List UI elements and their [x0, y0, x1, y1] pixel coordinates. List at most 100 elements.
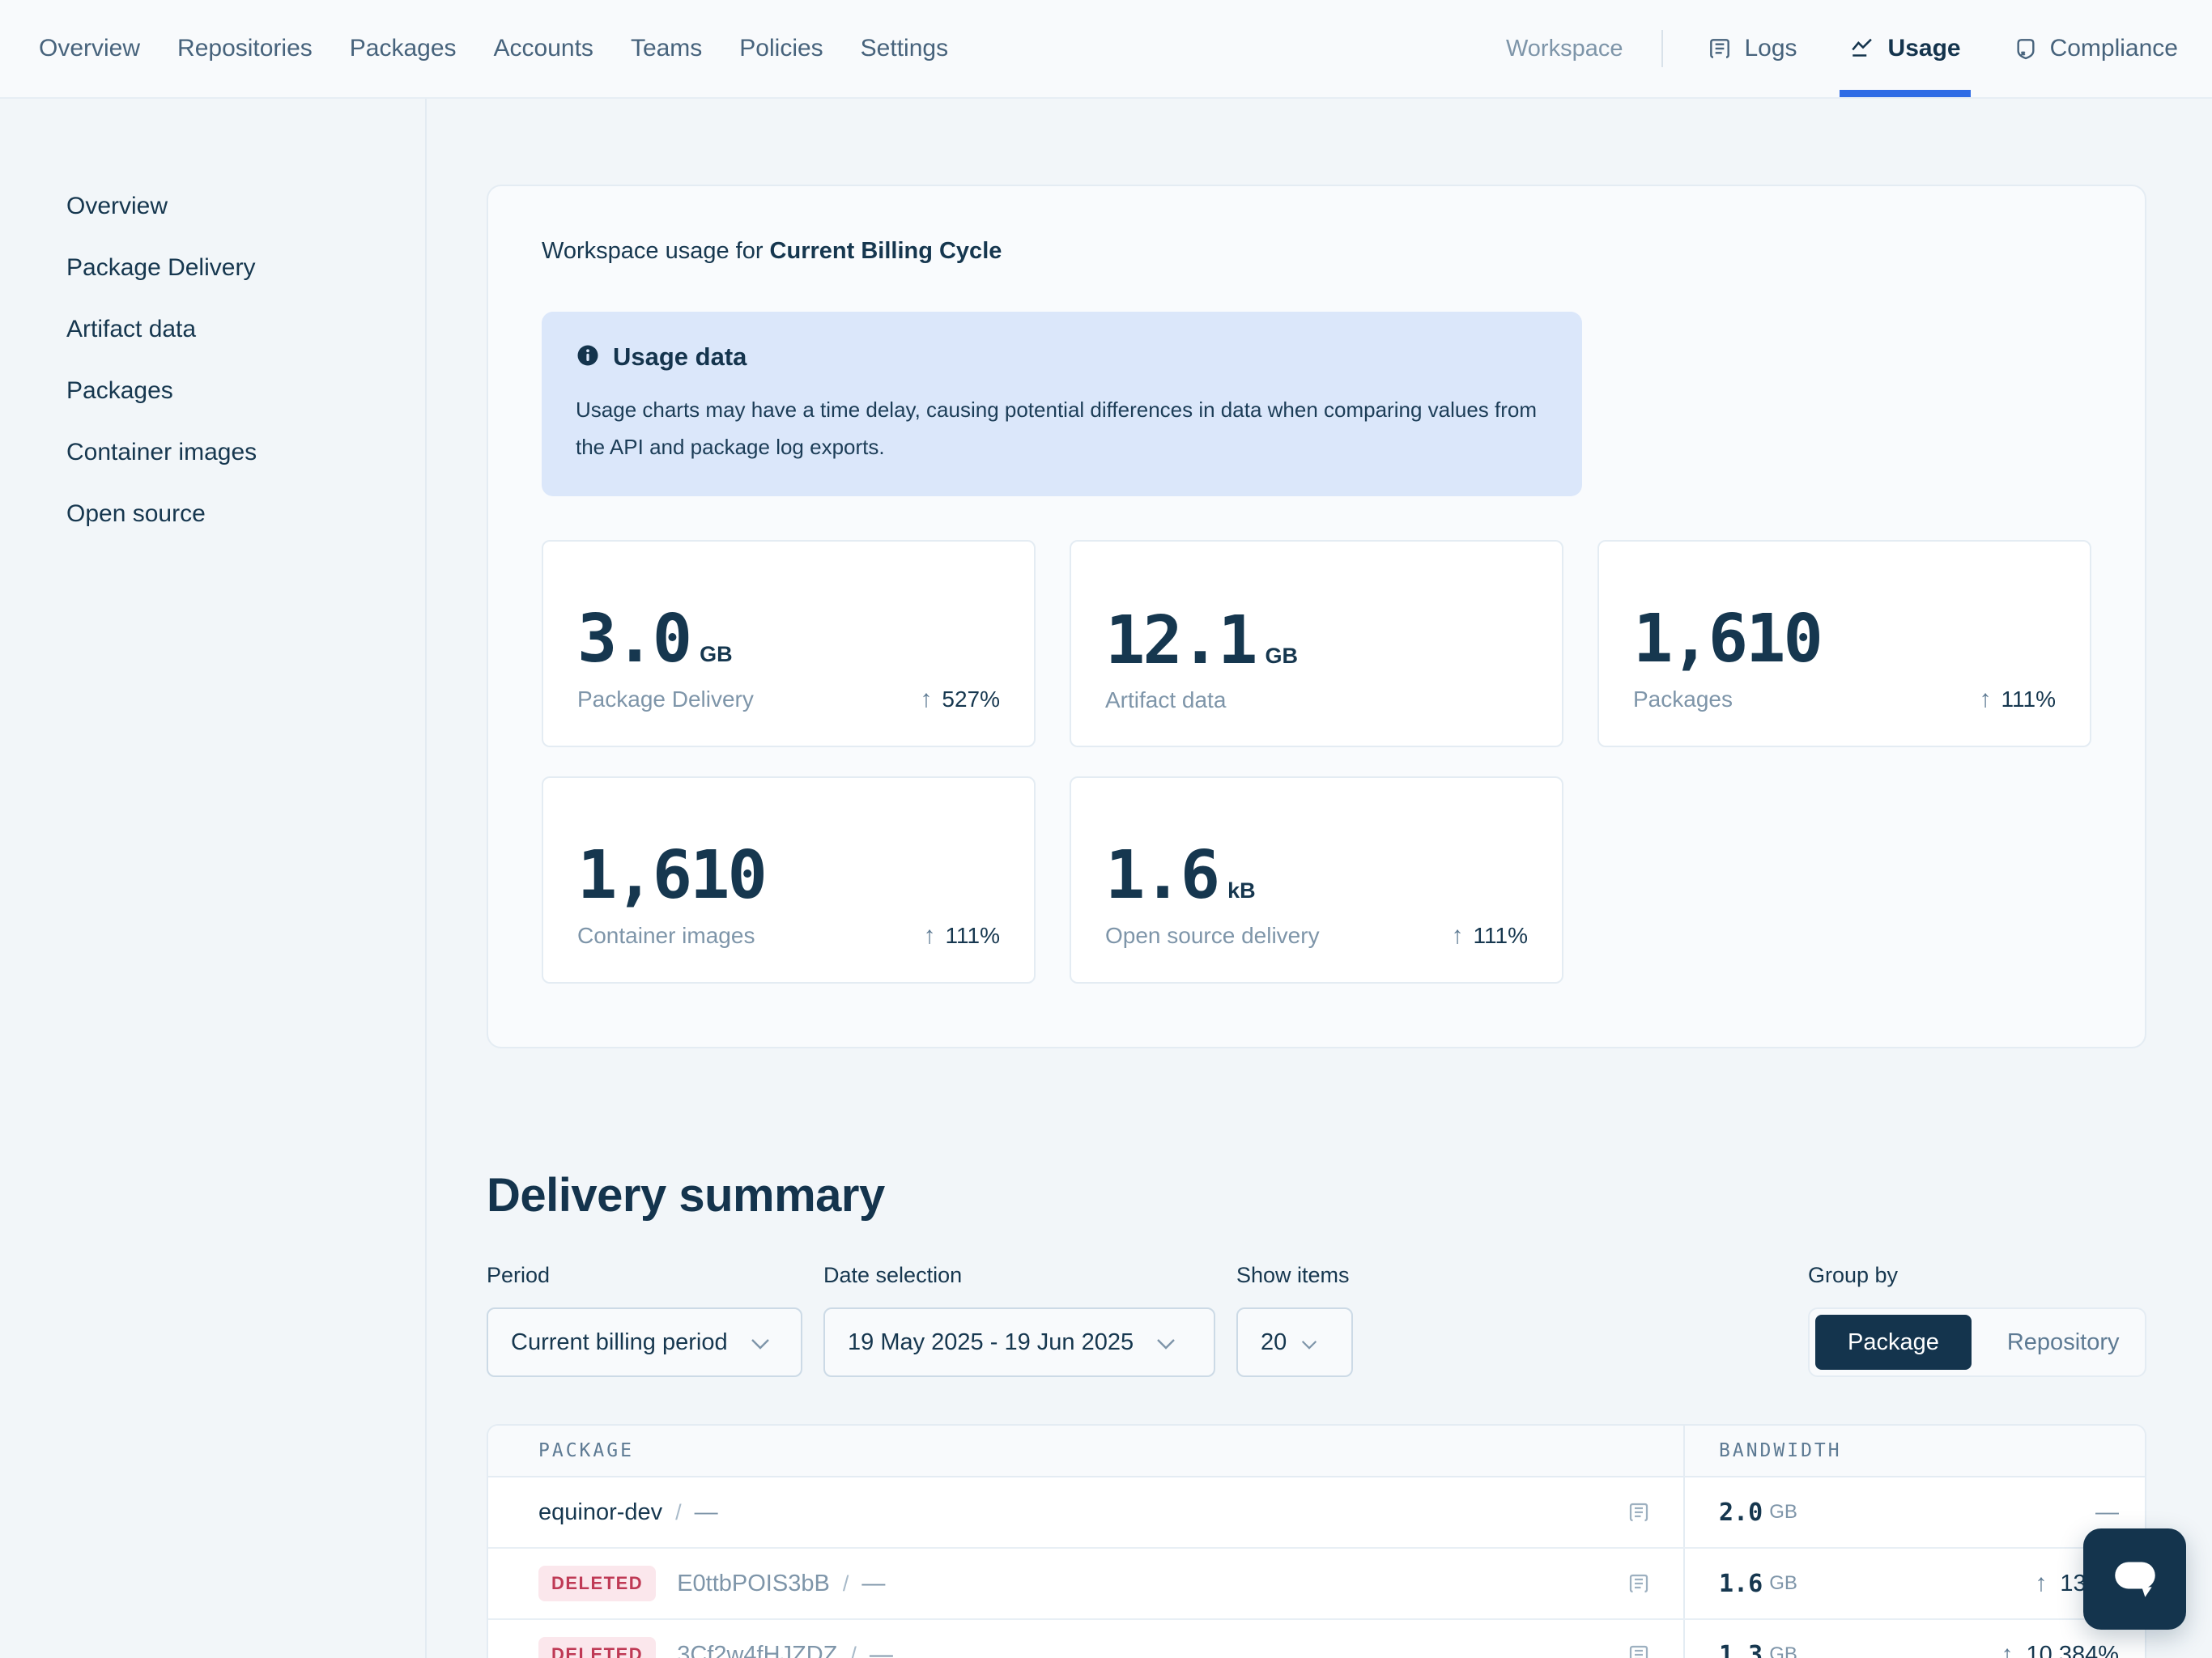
arrow-up-icon: ↑: [2001, 1641, 2014, 1658]
bandwidth-value: 2.0: [1719, 1499, 1763, 1527]
usage-stats-grid: 3.0 GB Package Delivery ↑ 527% 12.1: [542, 540, 2091, 984]
sidebar-item-artifact-data[interactable]: Artifact data: [66, 317, 425, 342]
bandwidth-cell: 1.6 GB ↑ 13,18: [1683, 1549, 2145, 1618]
delta-empty-dash: —: [2095, 1499, 2119, 1526]
tab-usage-label: Usage: [1888, 35, 1961, 62]
path-separator: /: [843, 1571, 849, 1596]
stat-value-row: 1.6 kB: [1105, 843, 1528, 909]
arrow-up-icon: ↑: [2035, 1570, 2047, 1597]
group-by-repository-button[interactable]: Repository: [1975, 1315, 2152, 1370]
stat-bottom-row: Open source delivery ↑ 111%: [1105, 922, 1528, 950]
stat-value-row: 12.1 GB: [1105, 608, 1528, 674]
bandwidth-value: 1.6: [1719, 1570, 1763, 1598]
stat-bottom-row: Package Delivery ↑ 527%: [577, 686, 1000, 713]
stat-delta: ↑ 111%: [924, 922, 1000, 950]
stat-bottom-row: Container images ↑ 111%: [577, 922, 1000, 950]
nav-item-packages[interactable]: Packages: [350, 35, 457, 62]
table-row[interactable]: DELETED 3Cf2w4fHJZDZ / — 1.3: [488, 1620, 2145, 1658]
delivery-filters: Period Current billing period Date selec…: [487, 1263, 2146, 1377]
usage-card-title: Workspace usage for Current Billing Cycl…: [542, 238, 2091, 265]
package-path: —: [861, 1571, 885, 1597]
date-range-select[interactable]: 19 May 2025 - 19 Jun 2025: [823, 1307, 1215, 1377]
package-path: —: [695, 1499, 718, 1526]
arrow-up-icon: ↑: [924, 922, 936, 950]
path-separator: /: [675, 1500, 682, 1525]
usage-icon: [1849, 35, 1877, 62]
stat-label: Open source delivery: [1105, 923, 1320, 949]
sidebar-item-packages[interactable]: Packages: [66, 379, 425, 403]
tab-compliance[interactable]: Compliance: [2008, 0, 2183, 97]
package-cell: DELETED 3Cf2w4fHJZDZ / —: [488, 1620, 1683, 1658]
bandwidth-delta: ↑ 10,384%: [2001, 1641, 2120, 1658]
stat-card-open-source-delivery: 1.6 kB Open source delivery ↑ 111%: [1070, 776, 1563, 984]
group-by-segmented-control: Package Repository: [1808, 1307, 2146, 1377]
period-select[interactable]: Current billing period: [487, 1307, 802, 1377]
package-path: —: [870, 1642, 893, 1658]
column-header-bandwidth: BANDWIDTH: [1683, 1426, 2145, 1476]
nav-item-teams[interactable]: Teams: [631, 35, 702, 62]
usage-title-prefix: Workspace usage for: [542, 238, 770, 264]
notice-body: Usage charts may have a time delay, caus…: [576, 391, 1548, 466]
arrow-up-icon: ↑: [1452, 922, 1464, 950]
stat-bottom-row: Artifact data: [1105, 687, 1528, 713]
stat-unit: GB: [1265, 644, 1298, 669]
chat-launcher-button[interactable]: [2083, 1528, 2186, 1630]
usage-sidebar: Overview Package Delivery Artifact data …: [0, 99, 427, 1658]
stat-bottom-row: Packages ↑ 111%: [1633, 686, 2056, 713]
nav-item-accounts[interactable]: Accounts: [494, 35, 593, 62]
package-name: E0ttbPOIS3bB: [677, 1571, 830, 1597]
active-tab-underline: [1840, 90, 1971, 97]
stat-value-row: 3.0 GB: [577, 606, 1000, 673]
stat-value: 1.6: [1105, 843, 1218, 909]
nav-item-overview[interactable]: Overview: [39, 35, 140, 62]
package-name: equinor-dev: [538, 1499, 662, 1526]
usage-data-notice: Usage data Usage charts may have a time …: [542, 312, 1582, 496]
chevron-down-icon: [1301, 1329, 1317, 1356]
stat-delta: ↑ 111%: [1452, 922, 1528, 950]
sidebar-item-container-images[interactable]: Container images: [66, 440, 425, 465]
stat-card-packages: 1,610 Packages ↑ 111%: [1597, 540, 2091, 747]
package-cell: equinor-dev / —: [488, 1477, 1683, 1547]
sidebar-item-package-delivery[interactable]: Package Delivery: [66, 256, 425, 280]
table-row[interactable]: equinor-dev / — 2.0 GB: [488, 1477, 2145, 1549]
tab-compliance-label: Compliance: [2050, 35, 2178, 62]
nav-item-policies[interactable]: Policies: [739, 35, 823, 62]
stat-delta-value: 111%: [946, 923, 1000, 949]
nav-divider: [1661, 30, 1663, 67]
stat-card-package-delivery: 3.0 GB Package Delivery ↑ 527%: [542, 540, 1036, 747]
bandwidth-unit: GB: [1769, 1572, 1797, 1595]
stat-label: Packages: [1633, 687, 1733, 712]
show-items-label: Show items: [1236, 1263, 1353, 1288]
stat-unit: GB: [700, 642, 733, 667]
bandwidth-cell: 2.0 GB —: [1683, 1477, 2145, 1547]
secondary-nav: Workspace Logs Usage: [1506, 0, 2183, 97]
period-label: Period: [487, 1263, 802, 1288]
package-logs-icon[interactable]: [1627, 1499, 1651, 1525]
package-logs-icon[interactable]: [1627, 1642, 1651, 1658]
nav-item-repositories[interactable]: Repositories: [177, 35, 313, 62]
tab-usage[interactable]: Usage: [1844, 0, 1966, 97]
filter-group-by: Group by Package Repository: [1808, 1263, 2146, 1377]
delivery-summary-table: PACKAGE BANDWIDTH equinor-dev / —: [487, 1424, 2146, 1658]
compliance-icon: [2013, 35, 2039, 62]
package-logs-icon[interactable]: [1627, 1571, 1651, 1596]
package-name: 3Cf2w4fHJZDZ: [677, 1642, 837, 1658]
filter-show-items: Show items 20: [1236, 1263, 1353, 1377]
tab-logs-label: Logs: [1744, 35, 1797, 62]
main-column: Workspace usage for Current Billing Cycl…: [427, 99, 2212, 1658]
stat-delta: ↑ 527%: [920, 686, 1000, 713]
group-by-package-button[interactable]: Package: [1815, 1315, 1972, 1370]
arrow-up-icon: ↑: [920, 686, 932, 713]
show-items-select[interactable]: 20: [1236, 1307, 1353, 1377]
nav-item-settings[interactable]: Settings: [861, 35, 948, 62]
tab-logs[interactable]: Logs: [1702, 0, 1802, 97]
stat-label: Package Delivery: [577, 687, 754, 712]
arrow-up-icon: ↑: [1980, 686, 1992, 713]
sidebar-item-overview[interactable]: Overview: [66, 194, 425, 219]
deleted-badge: DELETED: [538, 1637, 656, 1658]
stat-value: 3.0: [577, 606, 690, 673]
stat-unit: kB: [1227, 878, 1256, 903]
sidebar-item-open-source[interactable]: Open source: [66, 502, 425, 526]
stat-label: Artifact data: [1105, 687, 1226, 713]
table-row[interactable]: DELETED E0ttbPOIS3bB / — 1.6: [488, 1549, 2145, 1620]
